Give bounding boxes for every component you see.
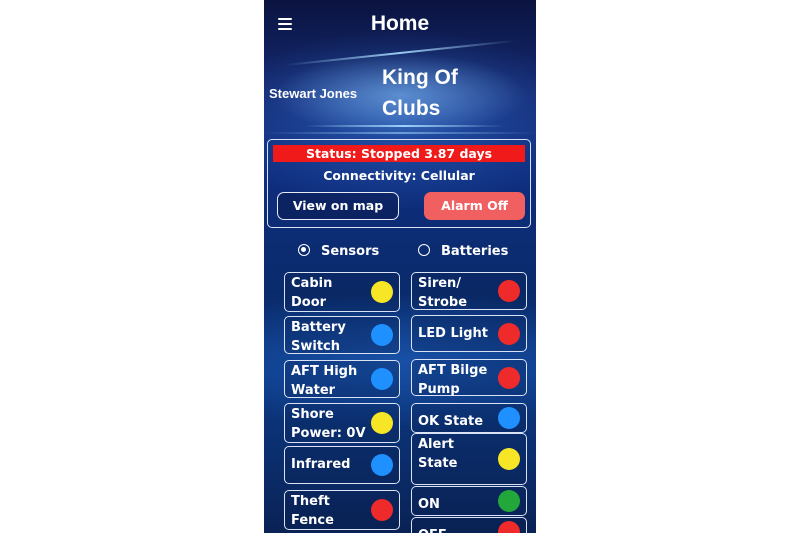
light-beam-decoration bbox=[304, 125, 504, 127]
sensor-label: Battery Switch bbox=[291, 320, 346, 354]
sensor-card[interactable]: Cabin Door bbox=[284, 272, 400, 312]
sensor-card[interactable]: Alert State bbox=[411, 433, 527, 485]
status-dot-icon bbox=[498, 448, 520, 470]
sensor-label: AFT Bilge Pump bbox=[418, 363, 488, 397]
sensor-card[interactable]: OK State bbox=[411, 403, 527, 433]
tab-sensors[interactable]: Sensors bbox=[298, 243, 379, 261]
sensor-label: Siren/ Strobe bbox=[418, 276, 468, 310]
sensor-label: OK State bbox=[418, 414, 484, 429]
status-dot-icon bbox=[498, 280, 520, 302]
sensor-label: Cabin Door bbox=[291, 276, 333, 310]
status-panel: Status: Stopped 3.87 days Connectivity: … bbox=[267, 139, 531, 228]
light-beam-decoration bbox=[264, 132, 536, 134]
sensor-card[interactable]: Theft Fence bbox=[284, 490, 400, 530]
status-dot-icon bbox=[371, 454, 393, 476]
status-dot-icon bbox=[498, 490, 520, 512]
sensor-label: Theft Fence bbox=[291, 494, 334, 528]
sensor-label: Shore Power: 0V bbox=[291, 407, 366, 441]
alarm-off-button[interactable]: Alarm Off bbox=[424, 192, 525, 220]
sensor-card[interactable]: Siren/ Strobe bbox=[411, 272, 527, 310]
view-on-map-button[interactable]: View on map bbox=[277, 192, 399, 220]
status-dot-icon bbox=[498, 407, 520, 429]
sensor-card[interactable]: Battery Switch bbox=[284, 316, 400, 354]
status-dot-icon bbox=[371, 324, 393, 346]
boat-name: King Of Clubs bbox=[382, 66, 458, 120]
sensor-label: Infrared bbox=[291, 457, 351, 472]
sensor-label: Alert State bbox=[418, 437, 458, 471]
sensor-card[interactable]: AFT High Water bbox=[284, 360, 400, 398]
status-dot-icon bbox=[371, 368, 393, 390]
status-dot-icon bbox=[371, 281, 393, 303]
sensor-label: LED Light bbox=[418, 326, 488, 341]
status-dot-icon bbox=[371, 499, 393, 521]
app-screen: Home Stewart Jones King Of Clubs Status:… bbox=[264, 0, 536, 533]
sensor-card[interactable]: Shore Power: 0V bbox=[284, 403, 400, 443]
app-header: Home bbox=[264, 0, 536, 48]
sensor-card[interactable]: ON bbox=[411, 486, 527, 516]
status-dot-icon bbox=[498, 323, 520, 345]
status-dot-icon bbox=[371, 412, 393, 434]
sensor-card[interactable]: AFT Bilge Pump bbox=[411, 359, 527, 397]
sensor-label: OFF bbox=[418, 526, 496, 533]
connectivity-text: Connectivity: Cellular bbox=[323, 168, 475, 183]
status-dot-icon bbox=[498, 367, 520, 389]
sensor-card[interactable]: LED Light bbox=[411, 315, 527, 352]
page-title: Home bbox=[370, 12, 430, 35]
tab-batteries[interactable]: Batteries bbox=[418, 243, 508, 261]
sensor-label: ON bbox=[418, 497, 440, 512]
status-dot-icon bbox=[498, 521, 520, 533]
owner-name: Stewart Jones bbox=[269, 86, 358, 101]
sensor-card[interactable]: Infrared bbox=[284, 446, 400, 484]
sensor-label: AFT High Water bbox=[291, 364, 358, 398]
radio-unselected-icon[interactable] bbox=[418, 244, 430, 256]
tab-sensors-label: Sensors bbox=[321, 244, 380, 259]
status-badge: Status: Stopped 3.87 days bbox=[273, 145, 525, 162]
tab-batteries-label: Batteries bbox=[441, 244, 509, 259]
sensor-card[interactable]: OFF bbox=[411, 517, 527, 533]
radio-selected-icon[interactable] bbox=[298, 244, 310, 256]
